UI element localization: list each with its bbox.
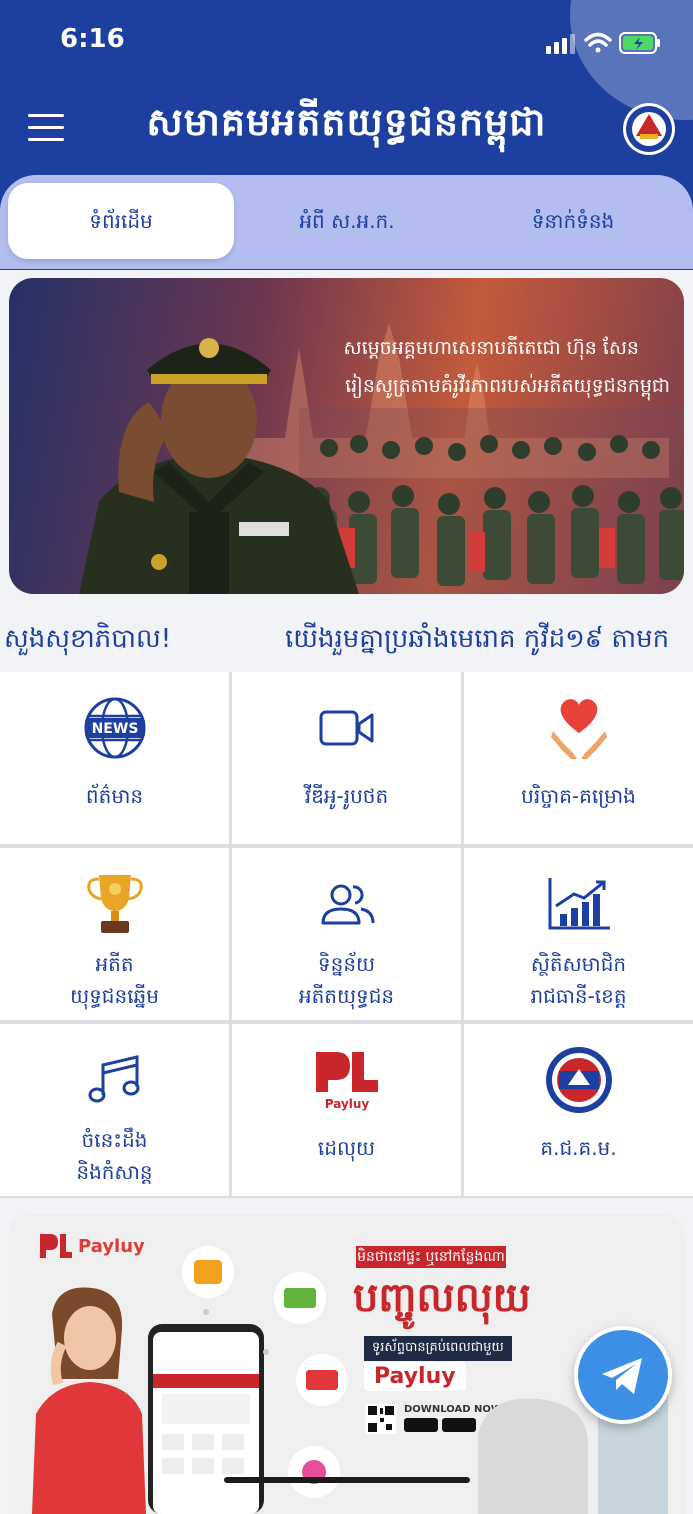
store-badges-icon: [404, 1418, 476, 1432]
telegram-icon: [602, 1358, 642, 1394]
news-icon: NEWS: [84, 697, 145, 759]
menu-video[interactable]: វីឌីអូ-រូបថត: [232, 672, 461, 844]
menu-grid: NEWS ព័ត៌មាន វីឌីអូ-រូបថត បរិច្ចាគ-គម្រោ…: [0, 672, 693, 1198]
ad-partner-logos: [182, 1246, 348, 1498]
menu-kkm-label: គ.ជ.គ.ម.: [540, 1136, 617, 1160]
hero-subheadline: រៀនសូត្រតាមគំរូវីរភាពរបស់អតីតយុទ្ធជនកម្ព…: [345, 375, 670, 397]
menu-donate[interactable]: បរិច្ចាគ-គម្រោង: [464, 672, 693, 844]
battery-icon: [619, 32, 660, 54]
home-indicator: [224, 1477, 470, 1483]
music-note-icon: [88, 1055, 139, 1103]
general-portrait: [79, 338, 359, 594]
menu-veteran-label: អតីត យុទ្ធជនឆ្នើម: [70, 952, 159, 1008]
menu-songs-label: ចំនេះដឹង និងកំសាន្ត: [76, 1128, 153, 1184]
menu-stats[interactable]: ស្ថិតិសមាជិក រាជធានី-ខេត្ត: [464, 848, 693, 1020]
users-icon: [321, 884, 374, 925]
ticker-text-1: សួងសុខាភិបាល!: [4, 624, 172, 654]
page-title: សមាគមអតីតយុទ្ធជនកម្ពុជា: [146, 100, 547, 144]
menu-data-label: ទិន្នន័យ អតីតយុទ្ធជន: [298, 952, 395, 1008]
menu-donate-label: បរិច្ចាគ-គម្រោង: [521, 784, 636, 808]
status-icons: [546, 32, 660, 54]
ad-headline-top: មិនថានៅផ្ទះ ឬនៅកន្លែងណា: [356, 1246, 506, 1268]
ad-headline: បញ្ចូលលុយ: [353, 1275, 531, 1321]
trophy-icon: [86, 875, 143, 933]
menu-veteran[interactable]: អតីត យុទ្ធជនឆ្នើម: [0, 848, 229, 1020]
menu-songs[interactable]: ចំនេះដឹង និងកំសាន្ត: [0, 1024, 229, 1196]
tab-about[interactable]: អំពី ស.អ.ក.: [234, 183, 460, 259]
payluy-small-logo-icon: [40, 1234, 72, 1258]
svg-text:Payluy: Payluy: [324, 1097, 369, 1111]
ad-brand: Payluy: [78, 1236, 145, 1257]
hero-headline: សម្តេចអគ្គមហាសេនាបតីតេជោ ហ៊ុន សែន: [343, 337, 639, 359]
ad-payluy-label: Payluy: [364, 1362, 466, 1391]
wifi-icon: [584, 32, 612, 53]
tab-contact[interactable]: ទំនាក់ទំនង: [460, 183, 686, 259]
kkm-emblem-icon: [545, 1047, 612, 1113]
tab-home[interactable]: ទំព័រដើម: [8, 183, 234, 259]
payluy-logo-icon: Payluy: [315, 1052, 378, 1111]
qr-code-icon: [366, 1404, 396, 1434]
signal-icon: [546, 34, 575, 54]
menu-payluy-label: ដេលុយ: [317, 1136, 376, 1160]
ad-woman-image: [32, 1287, 146, 1514]
menu-news[interactable]: NEWS ព័ត៌មាន: [0, 672, 229, 844]
menu-kkm[interactable]: គ.ជ.គ.ម.: [464, 1024, 693, 1196]
telegram-button[interactable]: [574, 1326, 672, 1424]
bar-chart-icon: [548, 878, 610, 930]
svg-text:NEWS: NEWS: [91, 721, 138, 737]
news-ticker[interactable]: សួងសុខាភិបាល! យើងរួមគ្នាប្រឆាំងមេរោគ កូវ…: [0, 608, 693, 670]
hero-banner[interactable]: សម្តេចអគ្គមហាសេនាបតីតេជោ ហ៊ុន សែន រៀនសូត…: [9, 278, 684, 594]
app-header: 6:16 សមាគមអតីតយុទ្ធជនកម្ពុជា ទំព័រដើម អំ…: [0, 0, 693, 270]
menu-data[interactable]: ទិន្នន័យ អតីតយុទ្ធជន: [232, 848, 461, 1020]
tab-bar: ទំព័រដើម អំពី ស.អ.ក. ទំនាក់ទំនង: [0, 175, 693, 269]
menu-news-label: ព័ត៌មាន: [85, 784, 144, 808]
menu-stats-label: ស្ថិតិសមាជិក រាជធានី-ខេត្ត: [530, 952, 627, 1008]
heart-hands-icon: [550, 699, 607, 759]
menu-payluy[interactable]: Payluy ដេលុយ: [232, 1024, 461, 1196]
ticker-text-2: យើងរួមគ្នាប្រឆាំងមេរោគ កូវីដ១៩ តាមក: [285, 624, 670, 654]
status-time: 6:16: [60, 24, 125, 54]
association-logo-icon: [623, 103, 675, 155]
menu-video-label: វីឌីអូ-រូបថត: [304, 784, 389, 808]
video-camera-icon: [319, 710, 373, 746]
